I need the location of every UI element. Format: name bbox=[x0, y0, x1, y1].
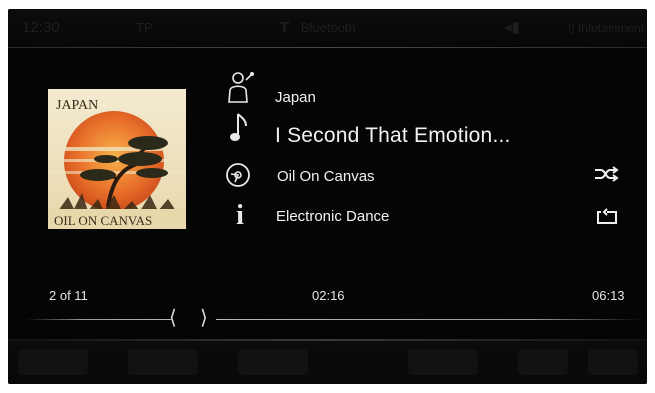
music-note-icon bbox=[228, 111, 252, 145]
elapsed-time: 02:16 bbox=[312, 288, 345, 303]
softkey-4[interactable] bbox=[408, 349, 478, 375]
album-art: JAPAN OIL ON CANVAS bbox=[48, 89, 186, 229]
phone-status[interactable]: ▯ Infotainment bbox=[568, 9, 644, 47]
antenna-icon: T bbox=[280, 19, 290, 36]
album-art-bottom-text: OIL ON CANVAS bbox=[54, 213, 152, 228]
progress-track-left bbox=[26, 319, 171, 320]
status-divider bbox=[8, 47, 647, 48]
singer-icon bbox=[223, 69, 257, 105]
softkey-3[interactable] bbox=[238, 349, 308, 375]
album-name: Oil On Canvas bbox=[277, 168, 375, 185]
progress-track-right bbox=[216, 319, 641, 320]
track-title: I Second That Emotion... bbox=[275, 124, 511, 147]
artist-name: Japan bbox=[275, 89, 316, 106]
softkey-2[interactable] bbox=[128, 349, 198, 375]
genre-name: Electronic Dance bbox=[276, 208, 390, 225]
album-art-image: JAPAN OIL ON CANVAS bbox=[48, 89, 186, 229]
chevron-left-icon[interactable]: ⟨ bbox=[169, 306, 177, 330]
clock: 12:30 bbox=[22, 19, 60, 36]
album-art-top-text: JAPAN bbox=[56, 98, 98, 113]
chevron-right-icon[interactable]: ⟩ bbox=[200, 306, 208, 330]
status-center-label: T Bluetooth bbox=[280, 19, 356, 36]
track-duration: 06:13 bbox=[592, 288, 625, 303]
volume-icon[interactable]: ◂▮ bbox=[504, 9, 520, 47]
disc-icon bbox=[224, 161, 252, 189]
shuffle-icon[interactable] bbox=[593, 164, 619, 184]
phone-icon: ▯ bbox=[568, 21, 575, 35]
softkey-5[interactable] bbox=[518, 349, 568, 375]
status-bar: 12:30 TP T Bluetooth ◂▮ ▯ Infotainment bbox=[8, 9, 647, 47]
softkey-1[interactable] bbox=[18, 349, 88, 375]
traffic-program-indicator: TP bbox=[136, 20, 153, 35]
info-icon: i bbox=[236, 200, 244, 231]
media-player-screen: 12:30 TP T Bluetooth ◂▮ ▯ Infotainment J… bbox=[8, 9, 647, 384]
softkey-bar bbox=[8, 341, 647, 384]
track-position: 2 of 11 bbox=[49, 288, 88, 303]
softkey-6[interactable] bbox=[588, 349, 638, 375]
repeat-icon[interactable] bbox=[595, 207, 619, 227]
